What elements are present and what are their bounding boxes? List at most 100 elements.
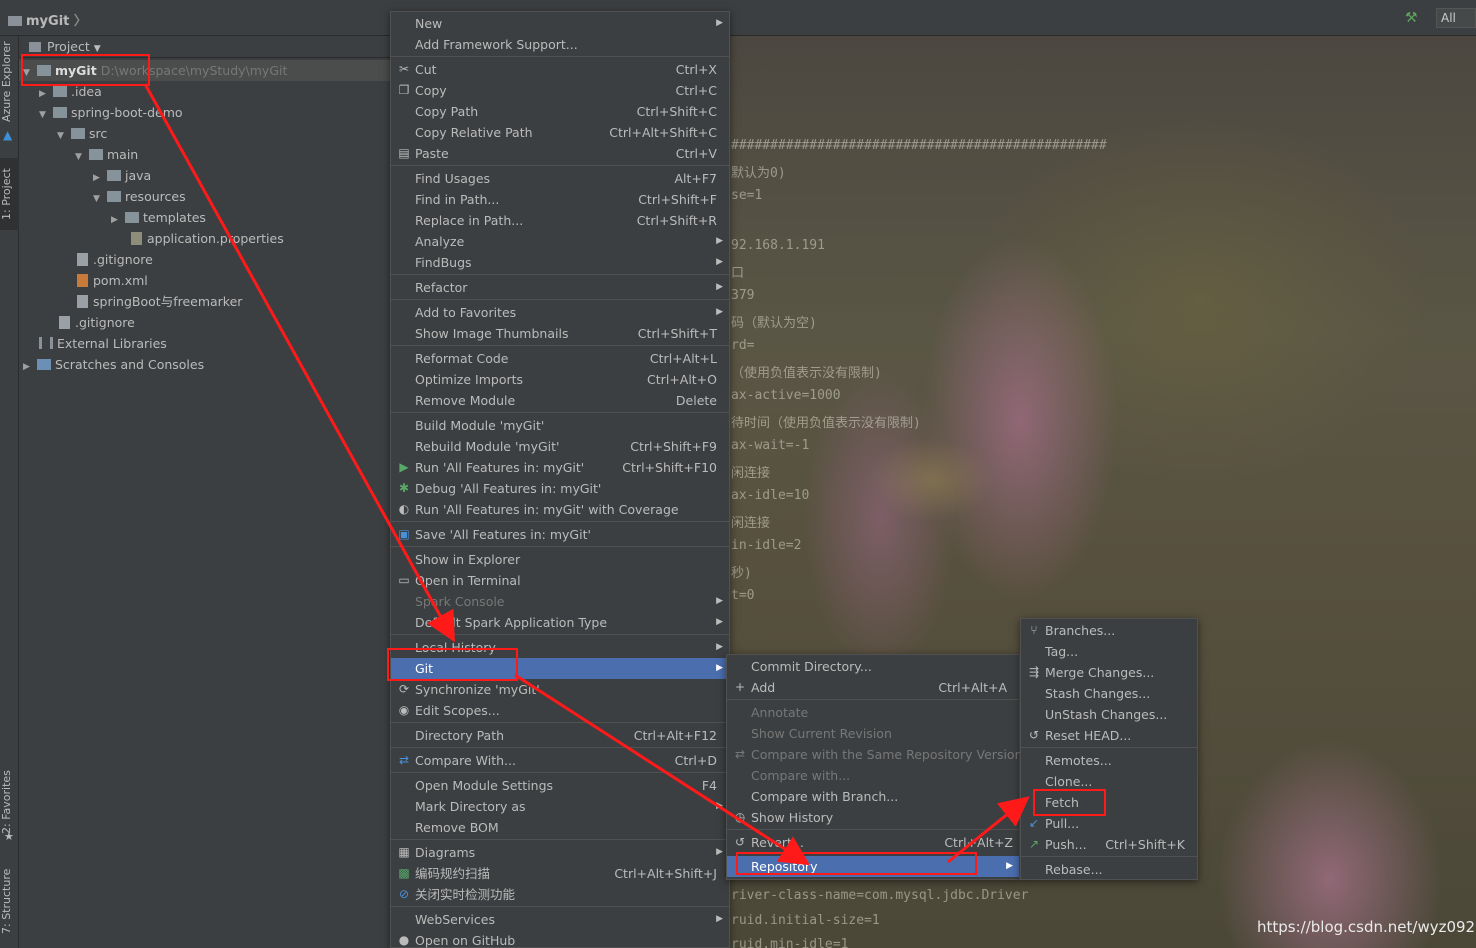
diagram-icon: ▦ [398,845,410,859]
run-config-selector[interactable]: All [1436,8,1476,28]
menu-item-add-framework-support[interactable]: Add Framework Support... [391,34,729,55]
code-line: （使用负值表示没有限制) [731,366,882,381]
menu-item-commit-directory[interactable]: Commit Directory... [727,656,1019,677]
menu-label: Compare with... [751,768,851,783]
menu-item-reset-head[interactable]: ↺ Reset HEAD... [1021,725,1197,746]
menu-label: WebServices [415,912,495,927]
menu-item-paste[interactable]: ▤ Paste Ctrl+V [391,143,729,164]
menu-item-add-to-favorites[interactable]: Add to Favorites ▶ [391,302,729,323]
sync-icon: ⟳ [398,682,410,696]
menu-item-run-with-coverage[interactable]: ◐ Run 'All Features in: myGit' with Cover… [391,499,729,520]
menu-item-find-in-path[interactable]: Find in Path... Ctrl+Shift+F [391,189,729,210]
menu-item-push[interactable]: ↗ Push... Ctrl+Shift+K [1021,834,1197,855]
tree-item-gitignore[interactable]: .gitignore [77,249,153,270]
tree-item-scratches[interactable]: ▶ Scratches and Consoles [23,354,204,375]
menu-label: Edit Scopes... [415,703,500,718]
menu-label: Rebuild Module 'myGit' [415,439,560,454]
terminal-icon: ▭ [398,573,410,587]
menu-item-remove-bom[interactable]: Remove BOM [391,817,729,838]
menu-item-run[interactable]: ▶ Run 'All Features in: myGit' Ctrl+Shift+… [391,457,729,478]
tree-item-spring-boot-demo[interactable]: ▼ spring-boot-demo [39,102,183,123]
menu-item-show-history[interactable]: ◷ Show History [727,807,1019,828]
menu-item-diagrams[interactable]: ▦ Diagrams ▶ [391,842,729,863]
menu-item-rebuild-module[interactable]: Rebuild Module 'myGit' Ctrl+Shift+F9 [391,436,729,457]
tab-structure[interactable]: 7: Structure [0,862,19,940]
menu-item-open-in-terminal[interactable]: ▭ Open in Terminal [391,570,729,591]
tree-item-springboot-freemarker[interactable]: springBoot与freemarker [77,291,242,312]
tree-item-resources[interactable]: ▼ resources [93,186,186,207]
menu-item-optimize-imports[interactable]: Optimize Imports Ctrl+Alt+O [391,369,729,390]
menu-item-cut[interactable]: ✂ Cut Ctrl+X [391,59,729,80]
menu-item-remove-module[interactable]: Remove Module Delete [391,390,729,411]
menu-item-compare-with[interactable]: ⇄ Compare With... Ctrl+D [391,750,729,771]
tree-item-application-properties[interactable]: application.properties [131,228,284,249]
menu-item-analyze[interactable]: Analyze ▶ [391,231,729,252]
menu-item-code-scan[interactable]: ▩ 编码规约扫描 Ctrl+Alt+Shift+J [391,863,729,884]
menu-item-show-in-explorer[interactable]: Show in Explorer [391,549,729,570]
menu-item-pull[interactable]: ↙ Pull... [1021,813,1197,834]
code-line: in-idle=2 [731,538,802,553]
build-hammer-icon[interactable]: ⚒ [1405,10,1418,26]
menu-item-edit-scopes[interactable]: ◉ Edit Scopes... [391,700,729,721]
menu-item-open-on-github[interactable]: ● Open on GitHub [391,930,729,948]
menu-item-findbugs[interactable]: FindBugs ▶ [391,252,729,273]
code-line: 闲连接 [731,466,771,481]
tree-item-external-libraries[interactable]: External Libraries [39,333,167,354]
menu-item-open-module-settings[interactable]: Open Module Settings F4 [391,775,729,796]
watermark: https://blog.csdn.net/wyz0923 [1257,918,1476,936]
menu-item-compare-with-branch[interactable]: Compare with Branch... [727,786,1019,807]
menu-item-tag[interactable]: Tag... [1021,641,1197,662]
menu-shortcut: Ctrl+Alt+Shift+J [614,866,717,881]
tree-item-src[interactable]: ▼ src [57,123,107,144]
menu-item-refactor[interactable]: Refactor ▶ [391,277,729,298]
menu-label: Compare with Branch... [751,789,899,804]
menu-item-merge-changes[interactable]: ⇶ Merge Changes... [1021,662,1197,683]
menu-label: Remove Module [415,393,516,408]
menu-item-debug[interactable]: ✱ Debug 'All Features in: myGit' [391,478,729,499]
menu-item-compare-with: Compare with... [727,765,1019,786]
menu-item-add[interactable]: + Add Ctrl+Alt+A [727,677,1019,698]
menu-item-build-module[interactable]: Build Module 'myGit' [391,415,729,436]
menu-item-revert[interactable]: ↺ Revert... Ctrl+Alt+Z [727,832,1019,853]
menu-item-branches[interactable]: ⑂ Branches... [1021,620,1197,641]
menu-item-show-image-thumbnails[interactable]: Show Image Thumbnails Ctrl+Shift+T [391,323,729,344]
menu-item-copy-path[interactable]: Copy Path Ctrl+Shift+C [391,101,729,122]
code-line: se=1 [731,188,763,203]
menu-shortcut: F4 [701,778,717,793]
menu-item-mark-directory-as[interactable]: Mark Directory as ▶ [391,796,729,817]
menu-item-disable-realtime-check[interactable]: ⊘ 关闭实时检测功能 [391,884,729,905]
tab-azure-explorer[interactable]: Azure Explorer [0,40,19,124]
menu-item-default-spark-app-type[interactable]: Default Spark Application Type ▶ [391,612,729,633]
tab-project[interactable]: 1: Project [0,158,19,230]
menu-item-replace-in-path[interactable]: Replace in Path... Ctrl+Shift+R [391,210,729,231]
tree-item-root-gitignore[interactable]: .gitignore [59,312,135,333]
menu-label: New [415,16,443,31]
menu-label: Copy Path [415,104,479,119]
tree-item-pom-xml[interactable]: pom.xml [77,270,148,291]
menu-item-rebase[interactable]: Rebase... [1021,859,1197,880]
menu-item-copy[interactable]: ❐ Copy Ctrl+C [391,80,729,101]
menu-shortcut: Ctrl+Shift+F10 [622,460,717,475]
tree-item-java[interactable]: ▶ java [93,165,151,186]
tree-item-main[interactable]: ▼ main [75,144,138,165]
menu-item-show-current-revision: Show Current Revision [727,723,1019,744]
menu-item-webservices[interactable]: WebServices ▶ [391,909,729,930]
menu-item-save-config[interactable]: ▣ Save 'All Features in: myGit' [391,524,729,545]
menu-item-synchronize[interactable]: ⟳ Synchronize 'myGit' [391,679,729,700]
menu-item-unstash-changes[interactable]: UnStash Changes... [1021,704,1197,725]
menu-item-directory-path[interactable]: Directory Path Ctrl+Alt+F12 [391,725,729,746]
tree-item-templates[interactable]: ▶ templates [111,207,206,228]
menu-item-stash-changes[interactable]: Stash Changes... [1021,683,1197,704]
menu-item-copy-relative-path[interactable]: Copy Relative Path Ctrl+Alt+Shift+C [391,122,729,143]
menu-item-reformat-code[interactable]: Reformat Code Ctrl+Alt+L [391,348,729,369]
menu-shortcut: Ctrl+Alt+A [938,680,1007,695]
menu-item-remotes[interactable]: Remotes... [1021,750,1197,771]
code-line: ax-active=1000 [731,388,841,403]
annotation-box-git [387,648,518,681]
maven-file-icon [77,274,88,287]
menu-label: Show in Explorer [415,552,521,567]
menu-label: Reformat Code [415,351,509,366]
menu-label: Build Module 'myGit' [415,418,545,433]
menu-item-find-usages[interactable]: Find Usages Alt+F7 [391,168,729,189]
menu-item-new[interactable]: New ▶ [391,13,729,34]
